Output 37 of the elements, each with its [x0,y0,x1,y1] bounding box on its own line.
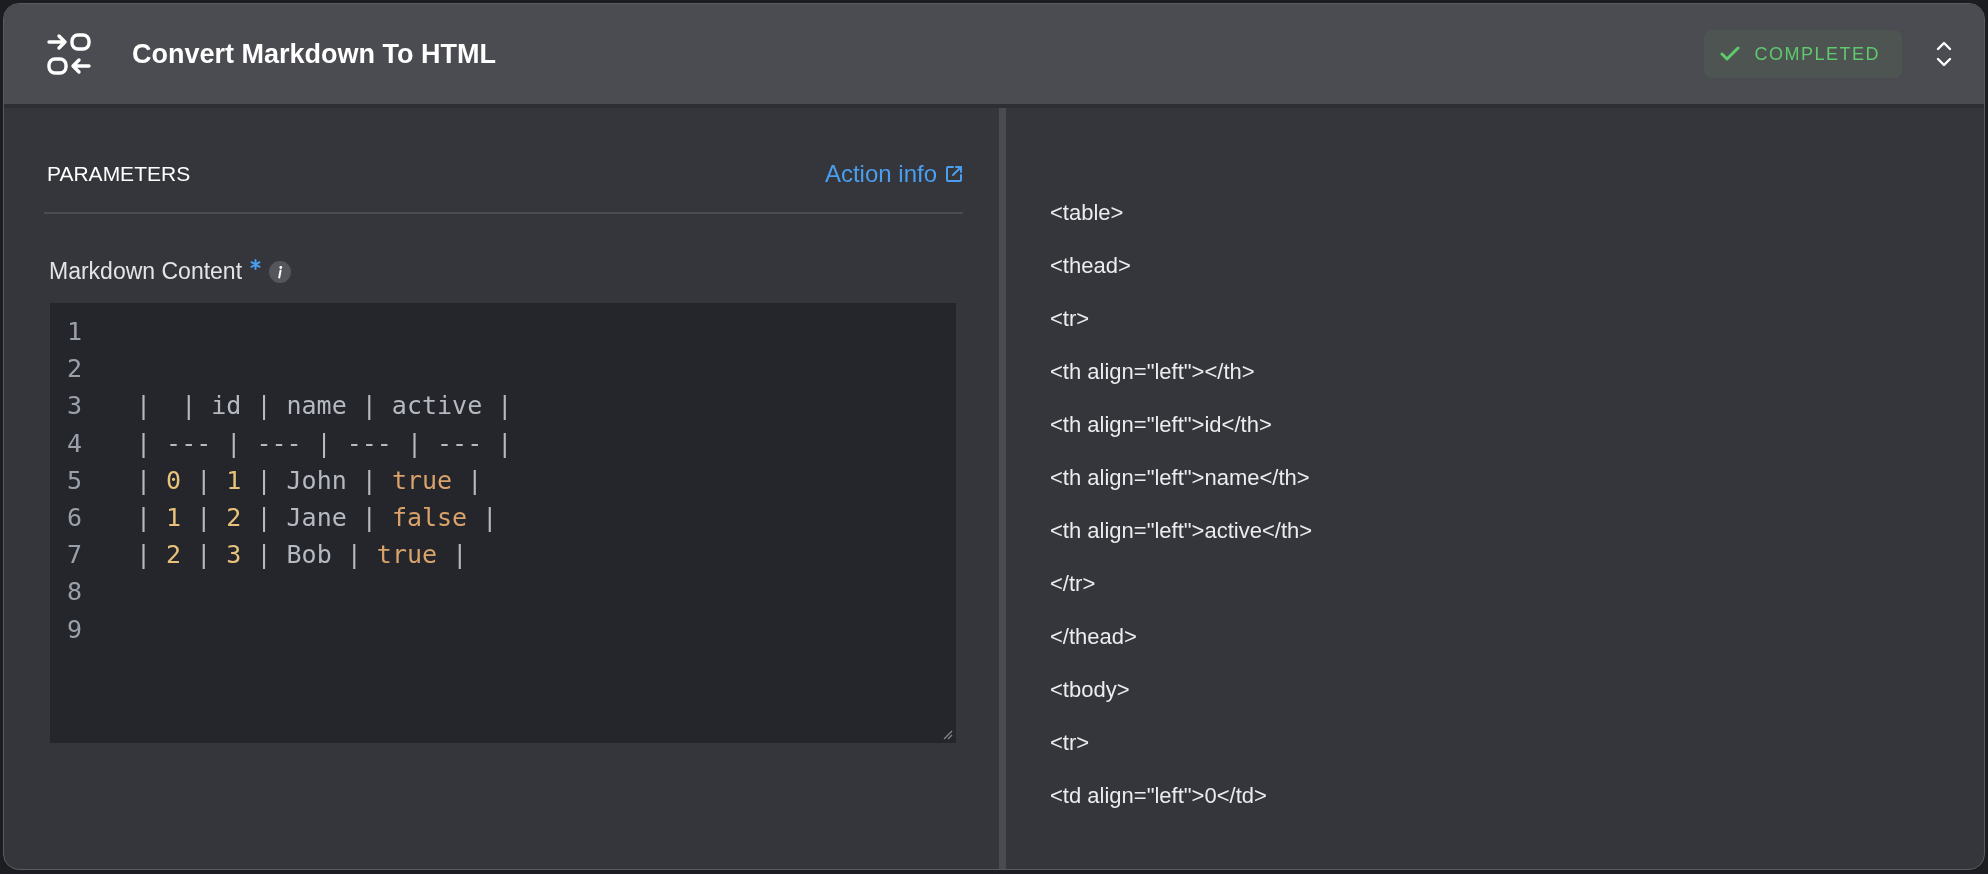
external-link-icon [945,165,963,183]
output-line: <thead> [1050,252,1132,280]
section-heading: PARAMETERS [47,162,191,186]
info-icon[interactable] [269,260,292,283]
resize-handle-icon[interactable] [943,730,953,740]
output-line: <tr> [1050,729,1091,757]
card-title: Convert Markdown To HTML [132,38,496,70]
output-line: <tr> [1050,305,1091,333]
line-number: 1 [65,317,82,347]
line-number: 5 [65,465,82,495]
convert-arrows-icon [46,31,92,77]
output-line: <th align="left">id</th> [1050,411,1273,439]
action-info-link[interactable]: Action info [824,160,963,188]
output-line: <th align="left">active</th> [1050,517,1313,545]
output-line: </thead> [1050,623,1138,651]
code-line: | 0 | 1 | John | true | [136,465,483,495]
field-label: Markdown Content [49,258,243,285]
code-line: | | id | name | active | [136,391,513,421]
line-number: 3 [65,391,82,421]
line-number: 4 [65,428,82,458]
status-badge: COMPLETED [1704,30,1902,78]
output-line: <th align="left"></th> [1050,358,1256,386]
output-line: <td align="left">0</td> [1050,782,1268,810]
code-line: | 2 | 3 | Bob | true | [136,540,468,570]
output-line: <th align="left">name</th> [1050,464,1311,492]
code-line: | --- | --- | --- | --- | [136,428,513,458]
check-icon [1720,46,1741,62]
output-line: <table> [1050,199,1125,227]
output-line: <tbody> [1050,676,1131,704]
code-line: | 1 | 2 | Jane | false | [136,503,498,533]
line-number: 7 [65,540,82,570]
line-number: 9 [65,614,82,644]
line-number: 6 [65,503,82,533]
line-number: 8 [65,577,82,607]
line-number: 2 [65,354,82,384]
output-line: </tr> [1050,570,1097,598]
code-editor[interactable]: 1 2 3 | | id | name | active | 4 | --- | --- | --- | --- | 5 | 0 | 1 | John | true | 6 | 1 | 2 | Jane | false | 7 | 2 | 3 | Bob | true | 8 9 [50,303,956,743]
